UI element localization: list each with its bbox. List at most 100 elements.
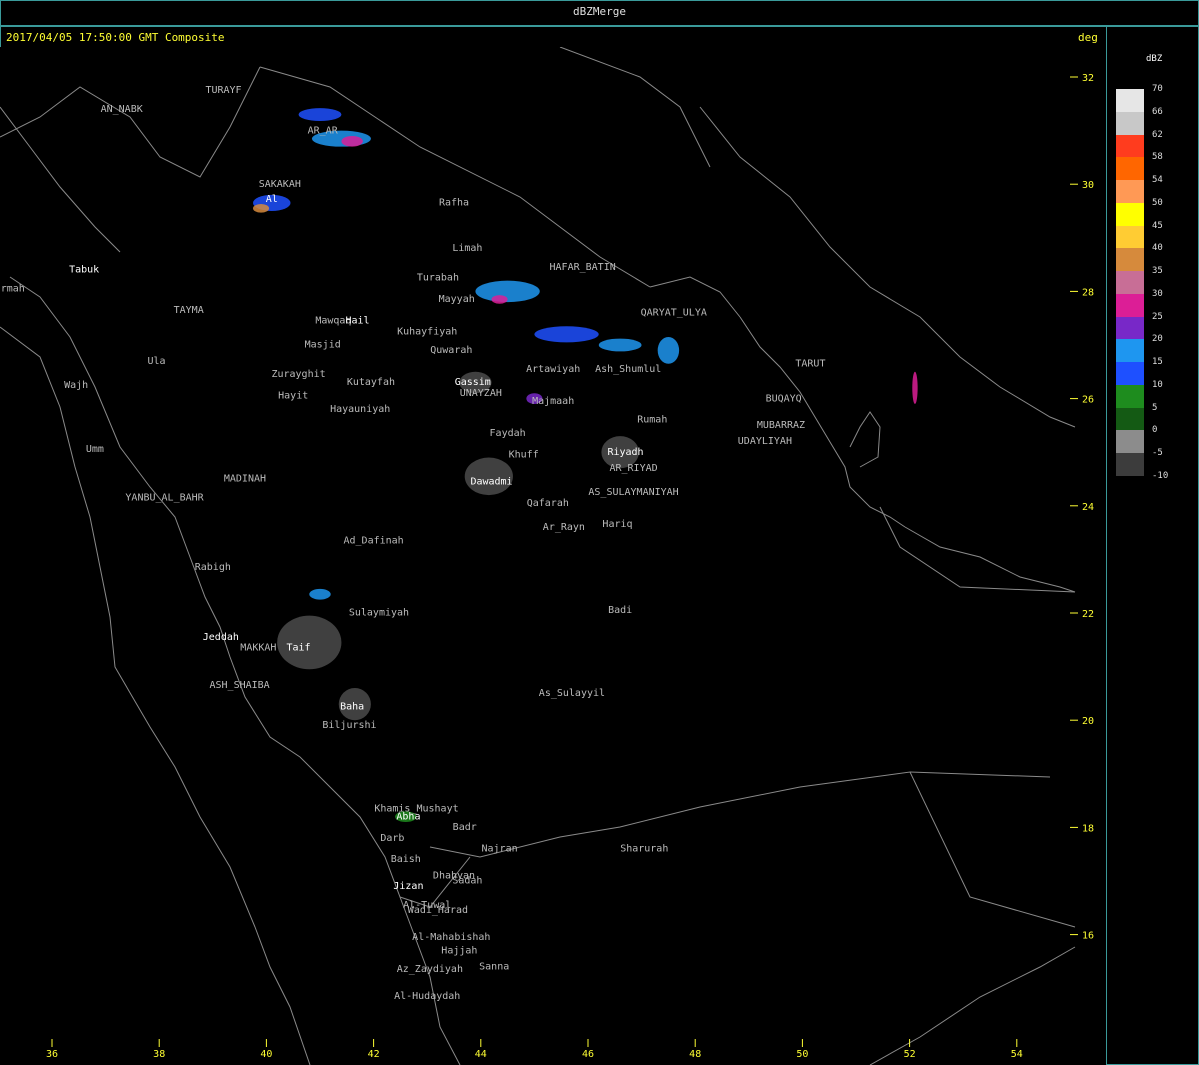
place-label: Sulaymiyah — [349, 608, 409, 619]
place-label: Baha — [340, 701, 364, 712]
place-label: Biljurshi — [322, 720, 376, 731]
place-label: Mayyah — [439, 294, 475, 305]
place-label: TARUT — [795, 358, 825, 369]
legend-swatch — [1116, 202, 1144, 226]
place-label: Zurayghit — [271, 369, 325, 380]
place-label: HAFAR_BATIN — [550, 262, 616, 273]
place-label: Hajjah — [441, 945, 477, 956]
place-label: Jeddah — [203, 632, 239, 643]
place-label: Badr — [453, 822, 477, 833]
legend-swatch — [1116, 180, 1144, 203]
radar-echo — [912, 371, 918, 404]
legend-label: 45 — [1152, 220, 1163, 231]
place-label: BUQAYQ — [766, 393, 802, 404]
map-background — [0, 47, 1106, 1065]
timestamp-label: 2017/04/05 17:50:00 GMT Composite — [6, 31, 225, 44]
lon-tick-label: 50 — [796, 1049, 808, 1060]
radar-echo — [475, 280, 540, 303]
place-label: ASH_SHAIBA — [209, 680, 269, 691]
place-label: MADINAH — [224, 474, 266, 485]
legend-swatch — [1116, 248, 1144, 271]
place-label: Khuff — [509, 450, 539, 461]
place-label: Rafha — [439, 198, 469, 209]
place-label: Hariq — [602, 519, 632, 530]
legend-swatch — [1116, 89, 1144, 112]
legend-label: 58 — [1152, 152, 1163, 163]
legend-swatch — [1116, 111, 1144, 135]
place-label: AR_RIYAD — [609, 463, 657, 474]
place-label: Wajh — [64, 380, 88, 391]
radar-echo — [298, 108, 342, 121]
place-label: Umm — [86, 444, 104, 455]
legend-min-label: -10 — [1152, 470, 1169, 481]
radar-echo — [598, 338, 642, 352]
place-label: AR_AR — [308, 125, 339, 136]
place-label: Najran — [481, 844, 517, 855]
place-label: Taif — [287, 643, 311, 654]
place-label: Darb — [380, 833, 404, 844]
place-label: Gassim — [455, 377, 491, 388]
lon-tick-label: 42 — [368, 1049, 380, 1060]
legend-label: 20 — [1152, 334, 1163, 345]
legend-swatch — [1116, 225, 1144, 249]
place-label: Quwarah — [430, 345, 472, 356]
place-label: Artawiyah — [526, 364, 580, 375]
place-label: TAYMA — [174, 305, 204, 316]
legend-label: 62 — [1152, 129, 1163, 140]
legend-swatch — [1116, 157, 1144, 180]
lon-tick-label: 52 — [904, 1049, 916, 1060]
legend-label: 54 — [1152, 175, 1163, 185]
place-label: Jizan — [393, 881, 423, 892]
place-label: Ula — [147, 356, 165, 367]
lat-tick-label: 18 — [1082, 823, 1094, 834]
place-label: Wadi_Harad — [408, 905, 468, 916]
place-label: Kutayfah — [347, 377, 395, 388]
lat-tick-label: 24 — [1082, 502, 1094, 513]
place-label: Kuhayfiyah — [397, 326, 457, 337]
place-label: Faydah — [490, 428, 526, 439]
radar-map[interactable]: TURAYF AN_NABK AR_AR SAKAKAH Al Rafha Limah HAF… — [0, 47, 1106, 1065]
legend-title: dBZ — [1146, 54, 1163, 64]
legend-swatch — [1116, 134, 1144, 158]
place-label: Sadah — [452, 876, 482, 887]
legend-swatch — [1116, 453, 1144, 476]
place-label: Al-Mahabishah — [412, 932, 490, 943]
place-label: Ash_Shumlul — [595, 364, 661, 375]
place-label: YANBU_AL_BAHR — [125, 492, 204, 503]
place-label: UNAYZAH — [460, 388, 502, 399]
legend-label: 66 — [1152, 106, 1163, 117]
place-label: As_Sulayyil — [539, 688, 605, 699]
place-label: Majmaah — [532, 396, 574, 407]
legend-swatch — [1116, 293, 1144, 317]
place-label: Az_Zaydiyah — [397, 964, 463, 975]
place-label: Sharurah — [620, 844, 668, 855]
place-label: Rumah — [637, 415, 667, 426]
legend-label: 15 — [1152, 357, 1163, 367]
place-label: Sanna — [479, 961, 509, 972]
legend-swatch — [1116, 407, 1144, 431]
radar-echo — [309, 588, 331, 600]
place-label: MAKKAH — [240, 643, 276, 654]
lat-tick-label: 22 — [1082, 609, 1094, 620]
place-label: TURAYF — [205, 85, 241, 96]
legend-label: 40 — [1152, 243, 1163, 254]
radar-echo — [657, 336, 680, 364]
color-legend: 70 66 62 58 54 50 45 40 35 30 25 20 15 10 5 0 -5 -10 — [1116, 84, 1196, 481]
place-label: Al — [266, 194, 278, 205]
lat-tick-label: 28 — [1082, 287, 1094, 298]
place-label: Qafarah — [527, 498, 569, 509]
legend-label: 0 — [1152, 425, 1158, 436]
legend-label: 25 — [1152, 311, 1163, 322]
lat-unit-label: deg — [1078, 31, 1098, 44]
place-label: Turabah — [417, 273, 459, 284]
lon-tick-label: 36 — [46, 1049, 58, 1060]
legend-label: 10 — [1152, 379, 1163, 390]
window-title: dBZMerge — [573, 5, 626, 18]
place-label: Al-Hudaydah — [394, 991, 460, 1002]
legend-swatch — [1116, 430, 1144, 453]
legend-swatch — [1116, 316, 1144, 340]
legend-label: 30 — [1152, 288, 1163, 299]
place-label: Hayit — [278, 391, 308, 402]
lon-tick-label: 54 — [1011, 1049, 1023, 1060]
place-label: Limah — [452, 243, 482, 254]
